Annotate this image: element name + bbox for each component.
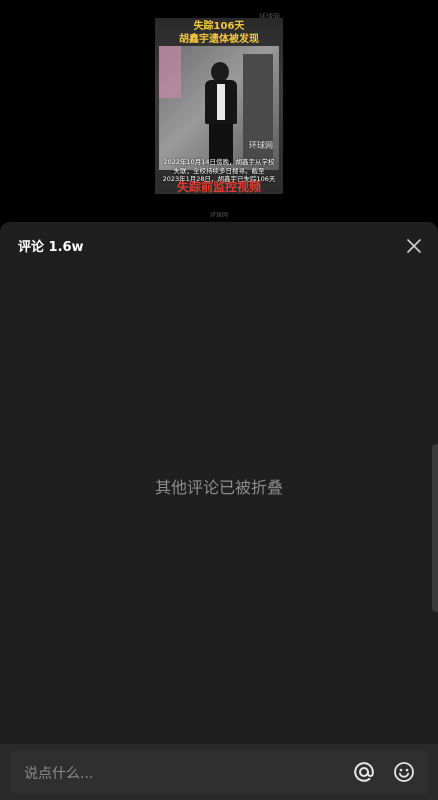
comment-sheet-header: 评论 1.6w xyxy=(0,222,438,268)
smile-icon xyxy=(394,762,414,782)
jacket-stripe xyxy=(217,84,225,120)
folded-comments-notice: 其他评论已被折叠 xyxy=(154,478,283,497)
comment-input-placeholder: 说点什么... xyxy=(24,766,94,782)
screen: 环球网 失踪106天 胡鑫宇遗体被发现 环球网 2022年10月14日傍晚，胡鑫… xyxy=(0,0,438,800)
emoji-button[interactable] xyxy=(390,758,418,786)
scroll-handle[interactable] xyxy=(432,444,438,612)
comment-sheet: 评论 1.6w 其他评论已被折叠 xyxy=(0,222,438,800)
video-caption-line1: 2022年10月14日傍晚，胡鑫宇从学校 xyxy=(163,158,275,166)
surveillance-image: 环球网 xyxy=(159,46,279,170)
video-caption-line2: 失联，全校持续多日搜寻。截至 xyxy=(173,166,265,175)
person-head xyxy=(211,62,229,82)
video-frame: 失踪106天 胡鑫宇遗体被发现 环球网 2022年10月14日傍晚，胡鑫宇从学校… xyxy=(155,18,283,194)
video-red-title: 失踪前监控视频 xyxy=(176,180,261,194)
background-pink-object xyxy=(159,46,181,98)
video-headline: 失踪106天 胡鑫宇遗体被发现 xyxy=(155,20,283,46)
video-inner-watermark: 环球网 xyxy=(249,141,273,150)
comment-count-title: 评论 1.6w xyxy=(18,240,84,255)
at-icon xyxy=(354,762,374,782)
mention-button[interactable] xyxy=(350,758,378,786)
comment-input[interactable]: 说点什么... xyxy=(10,750,428,794)
video-headline-line1: 失踪106天 xyxy=(193,21,245,32)
close-button[interactable] xyxy=(402,234,426,258)
close-icon xyxy=(407,239,421,253)
video-player[interactable]: 环球网 失踪106天 胡鑫宇遗体被发现 环球网 2022年10月14日傍晚，胡鑫… xyxy=(0,0,438,222)
video-watermark-bottom: 环球网 xyxy=(210,212,229,219)
video-headline-line2: 胡鑫宇遗体被发现 xyxy=(179,34,259,45)
comment-input-bar: 说点什么... xyxy=(0,744,438,800)
